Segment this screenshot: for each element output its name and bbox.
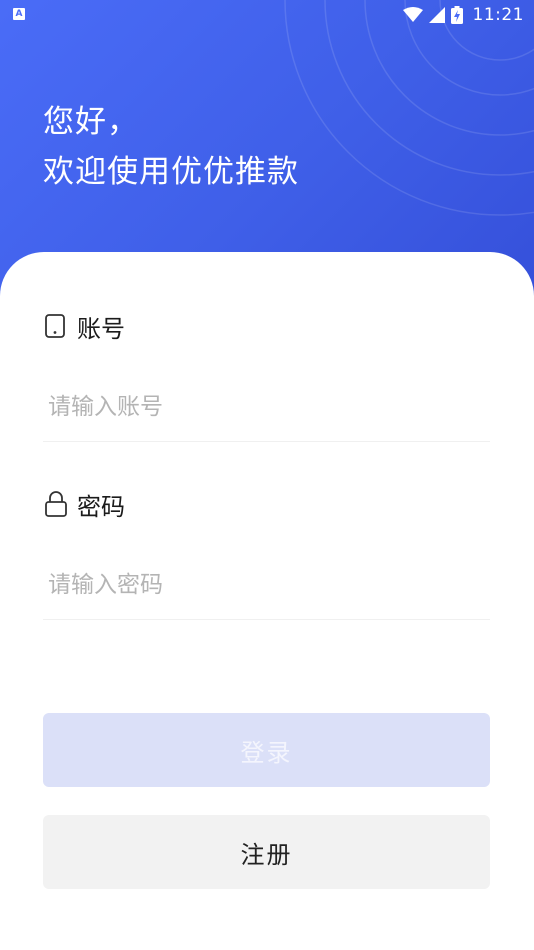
signal-icon [428,7,445,23]
account-label: 账号 [45,311,125,343]
greeting-line-1: 您好， [43,104,139,140]
password-input[interactable] [43,555,490,615]
login-button[interactable]: 登录 [43,713,490,787]
wifi-icon [402,7,423,22]
greeting-line-2: 欢迎使用优优推款 [43,154,299,190]
password-label-text: 密码 [77,492,125,521]
register-button[interactable]: 注册 [43,815,490,889]
phone-icon [45,313,67,339]
status-time: 11:21 [472,5,524,25]
password-divider [43,619,490,620]
account-divider [43,441,490,442]
password-label: 密码 [45,489,125,521]
battery-charging-icon [450,6,463,24]
status-bar: A 11:21 [0,0,534,30]
account-input[interactable] [43,377,490,437]
status-icons: 11:21 [402,3,525,27]
notification-a-icon: A [13,8,25,20]
lock-icon [45,491,67,517]
greeting: 您好， 欢迎使用优优推款 [43,97,299,197]
account-label-text: 账号 [77,314,125,343]
